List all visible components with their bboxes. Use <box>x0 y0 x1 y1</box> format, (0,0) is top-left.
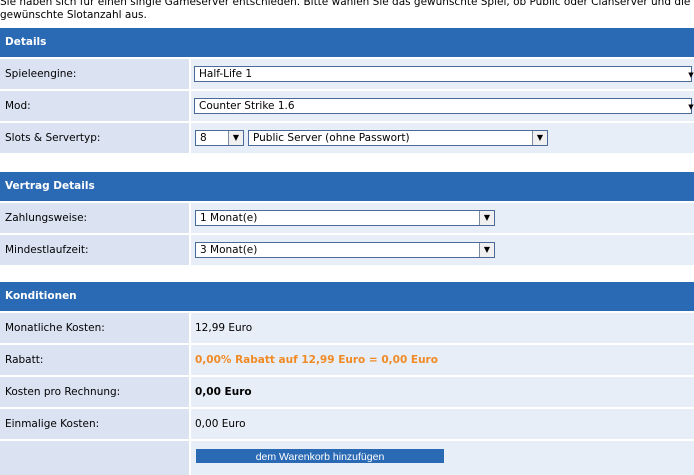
slots-label: Slots & Servertyp: <box>0 123 189 153</box>
mindestlaufzeit-cell: 3 Monat(e) ▼ <box>191 235 694 265</box>
chevron-down-icon: ▼ <box>479 211 494 225</box>
row-monatlich: Monatliche Kosten: 12,99 Euro <box>0 313 694 345</box>
add-to-cart-button[interactable]: dem Warenkorb hinzufügen <box>196 449 444 463</box>
section-vertrag-header: Vertrag Details <box>0 172 694 201</box>
rabatt-label: Rabatt: <box>0 345 189 375</box>
zahlungsweise-cell: 1 Monat(e) ▼ <box>191 203 694 233</box>
slots-value: 8 <box>200 132 207 144</box>
mod-select[interactable]: Counter Strike 1.6 ▼ <box>194 98 694 114</box>
section-details-header: Details <box>0 28 694 57</box>
einmalig-label: Einmalige Kosten: <box>0 409 189 439</box>
row-einmalig: Einmalige Kosten: 0,00 Euro <box>0 409 694 441</box>
monatlich-value: 12,99 Euro <box>191 313 694 343</box>
button-row-label <box>0 441 189 475</box>
mod-cell: Counter Strike 1.6 ▼ <box>191 91 694 121</box>
row-mindestlaufzeit: Mindestlaufzeit: 3 Monat(e) ▼ <box>0 235 694 267</box>
rabatt-value: 0,00% Rabatt auf 12,99 Euro = 0,00 Euro <box>191 345 694 375</box>
chevron-down-icon: ▼ <box>688 71 694 79</box>
row-kosten-rechnung: Kosten pro Rechnung: 0,00 Euro <box>0 377 694 409</box>
row-mod: Mod: Counter Strike 1.6 ▼ <box>0 91 694 123</box>
spieleengine-cell: Half-Life 1 ▼ <box>191 59 694 89</box>
kosten-rechnung-label: Kosten pro Rechnung: <box>0 377 189 407</box>
kosten-rechnung-value: 0,00 Euro <box>191 377 694 407</box>
chevron-down-icon: ▼ <box>479 243 494 257</box>
mod-label: Mod: <box>0 91 189 121</box>
monatlich-label: Monatliche Kosten: <box>0 313 189 343</box>
spieleengine-label: Spieleengine: <box>0 59 189 89</box>
row-slots: Slots & Servertyp: 8 ▼ Public Server (oh… <box>0 123 694 155</box>
einmalig-value: 0,00 Euro <box>191 409 694 439</box>
zahlungsweise-label: Zahlungsweise: <box>0 203 189 233</box>
servertyp-select[interactable]: Public Server (ohne Passwort) ▼ <box>248 130 548 146</box>
slots-select[interactable]: 8 ▼ <box>195 130 244 146</box>
section-konditionen-header: Konditionen <box>0 282 694 311</box>
mod-value: Counter Strike 1.6 <box>199 100 295 112</box>
mindestlaufzeit-value: 3 Monat(e) <box>200 244 258 256</box>
zahlungsweise-select[interactable]: 1 Monat(e) ▼ <box>195 210 495 226</box>
spieleengine-select[interactable]: Half-Life 1 ▼ <box>194 66 694 82</box>
chevron-down-icon: ▼ <box>228 131 243 145</box>
chevron-down-icon: ▼ <box>532 131 547 145</box>
slots-cell: 8 ▼ Public Server (ohne Passwort) ▼ <box>191 123 694 153</box>
chevron-down-icon: ▼ <box>688 103 694 111</box>
row-zahlungsweise: Zahlungsweise: 1 Monat(e) ▼ <box>0 203 694 235</box>
row-spieleengine: Spieleengine: Half-Life 1 ▼ <box>0 59 694 91</box>
mindestlaufzeit-label: Mindestlaufzeit: <box>0 235 189 265</box>
servertyp-value: Public Server (ohne Passwort) <box>253 132 410 144</box>
zahlungsweise-value: 1 Monat(e) <box>200 212 258 224</box>
spieleengine-value: Half-Life 1 <box>199 68 253 80</box>
intro-text: Sie haben sich für einen single Gameserv… <box>0 0 691 21</box>
row-rabatt: Rabatt: 0,00% Rabatt auf 12,99 Euro = 0,… <box>0 345 694 377</box>
mindestlaufzeit-select[interactable]: 3 Monat(e) ▼ <box>195 242 495 258</box>
